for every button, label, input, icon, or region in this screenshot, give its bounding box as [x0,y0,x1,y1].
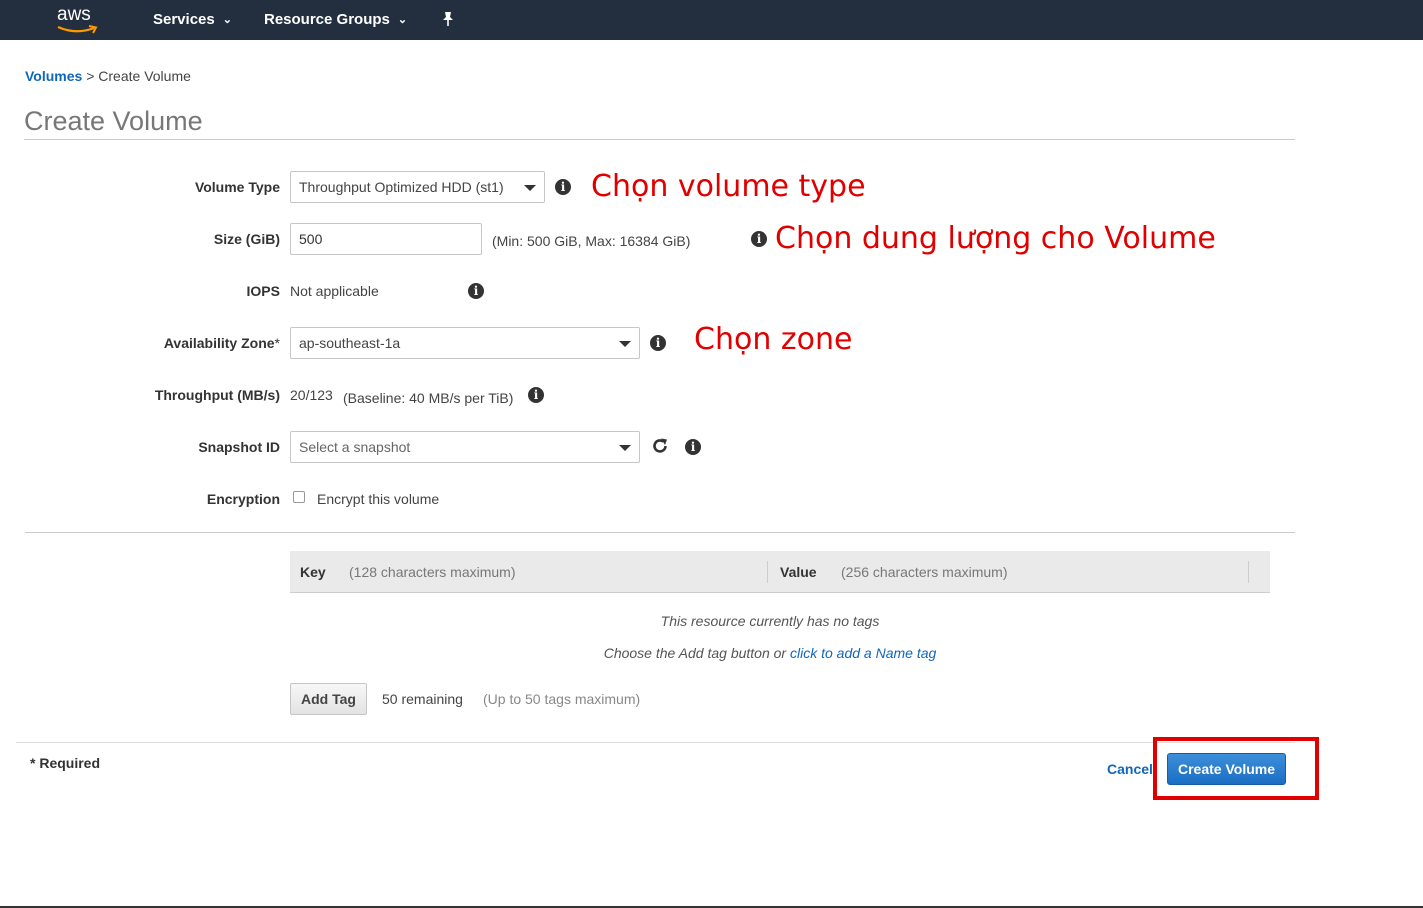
value-column-hint: (256 characters maximum) [841,564,1008,580]
footer-divider [16,742,1295,743]
info-icon[interactable]: i [528,387,544,403]
info-icon[interactable]: i [468,283,484,299]
iops-value: Not applicable [290,283,379,299]
no-tags-message: This resource currently has no tags [660,613,880,629]
add-tag-button[interactable]: Add Tag [290,683,367,715]
availability-zone-select[interactable]: ap-southeast-1a [290,327,640,359]
column-divider [767,561,768,583]
services-menu[interactable]: Services ⌄ [153,11,232,28]
pin-icon[interactable] [441,11,455,31]
encrypt-checkbox[interactable] [293,491,305,503]
availability-zone-label: Availability Zone* [164,335,280,351]
required-mark: * [274,335,280,351]
info-icon[interactable]: i [751,231,767,247]
resource-groups-menu[interactable]: Resource Groups ⌄ [264,11,407,28]
top-nav-bar: aws Services ⌄ Resource Groups ⌄ [0,0,1423,40]
availability-zone-value: ap-southeast-1a [299,335,401,351]
key-column-hint: (128 characters maximum) [349,564,516,580]
add-name-tag-link[interactable]: click to add a Name tag [790,645,936,661]
annotation-volume-type: Chọn volume type [591,169,866,204]
tags-remaining: 50 remaining [382,691,463,707]
cancel-link[interactable]: Cancel [1107,761,1153,777]
size-hint: (Min: 500 GiB, Max: 16384 GiB) [492,233,691,249]
refresh-icon[interactable] [650,436,670,461]
breadcrumb-separator: > [86,68,95,84]
caret-down-icon [524,185,536,191]
resource-groups-label: Resource Groups [264,11,390,28]
volume-type-select[interactable]: Throughput Optimized HDD (st1) [290,171,545,203]
snapshot-placeholder: Select a snapshot [299,439,411,455]
size-label: Size (GiB) [213,231,280,247]
size-input[interactable]: 500 [290,223,482,255]
caret-down-icon [619,445,631,451]
title-divider [24,139,1295,140]
info-icon[interactable]: i [650,335,666,351]
page-title: Create Volume [24,106,203,136]
tags-max-note: (Up to 50 tags maximum) [483,691,641,707]
annotation-size: Chọn dung lượng cho Volume [775,221,1216,256]
breadcrumb-volumes-link[interactable]: Volumes [25,68,82,84]
section-divider [25,532,1295,533]
annotation-zone: Chọn zone [694,322,853,357]
throughput-label: Throughput (MB/s) [154,387,280,403]
required-note: * Required [30,755,101,771]
iops-label: IOPS [246,283,280,299]
chevron-down-icon: ⌄ [397,14,408,26]
encryption-label: Encryption [206,491,280,507]
add-tag-instructions: Choose the Add tag button or click to ad… [290,645,1250,661]
volume-type-value: Throughput Optimized HDD (st1) [299,179,504,195]
info-icon[interactable]: i [685,439,701,455]
column-divider [1248,561,1249,583]
logo-text: aws [57,4,91,25]
breadcrumb-current: Create Volume [98,68,191,84]
tags-table-header: Key (128 characters maximum) Value (256 … [290,551,1270,593]
snapshot-id-label: Snapshot ID [198,439,280,455]
volume-type-label: Volume Type [194,179,280,195]
caret-down-icon [619,341,631,347]
annotation-highlight-box [1153,737,1319,800]
chevron-down-icon: ⌄ [222,14,232,26]
throughput-value: 20/123 [290,387,333,403]
value-column-header: Value [780,564,817,580]
throughput-hint: (Baseline: 40 MB/s per TiB) [343,390,514,406]
key-column-header: Key [300,564,326,580]
availability-zone-label-text: Availability Zone [163,335,275,351]
aws-logo[interactable]: aws [54,4,102,36]
breadcrumb: Volumes > Create Volume [25,68,191,84]
services-label: Services [153,11,215,28]
smile-arrow-icon [57,25,98,34]
snapshot-select[interactable]: Select a snapshot [290,431,640,463]
info-icon[interactable]: i [555,179,571,195]
choose-add-tag-text: Choose the Add tag button or [603,645,787,661]
encrypt-checkbox-label[interactable]: Encrypt this volume [317,491,439,507]
